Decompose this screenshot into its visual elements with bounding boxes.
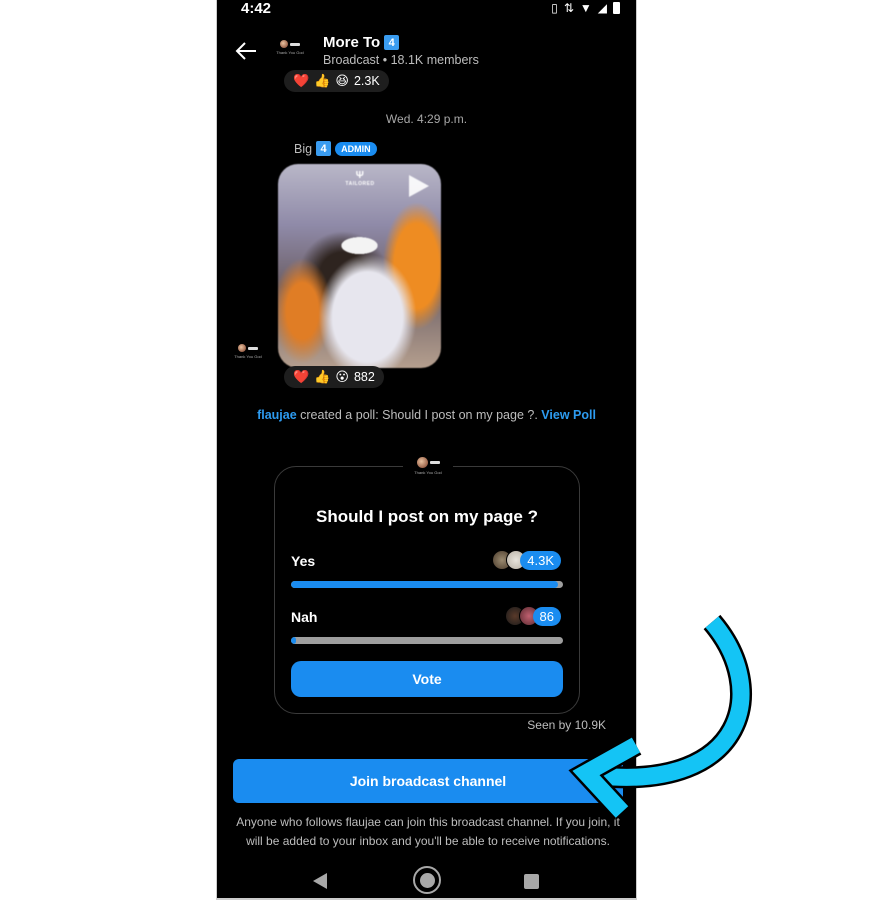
video-logo: Ψ TAILORED bbox=[340, 170, 380, 187]
poll-voters-yes[interactable]: 4.3K bbox=[492, 550, 561, 570]
poll-option-yes[interactable]: Yes bbox=[291, 553, 315, 569]
video-message[interactable]: Ψ TAILORED bbox=[278, 164, 441, 368]
vote-count-pill: 4.3K bbox=[520, 550, 561, 570]
seen-by-count: Seen by 10.9K bbox=[527, 718, 606, 732]
battery-icon bbox=[613, 2, 620, 14]
poll-creator-link[interactable]: flaujae bbox=[257, 408, 297, 422]
keycap-four-icon: 4 bbox=[316, 141, 332, 156]
poll-question: Should I post on my page ? bbox=[316, 507, 538, 526]
wifi-icon: ▼ bbox=[579, 1, 592, 15]
poll-bar-fill bbox=[291, 581, 558, 588]
keycap-four-icon: 4 bbox=[384, 35, 400, 50]
vote-count-pill: 86 bbox=[532, 606, 561, 626]
avatar-caption: Thank You God bbox=[276, 50, 304, 55]
video-reactions-bar[interactable]: ❤️ 👍 😮 882 bbox=[284, 366, 384, 388]
arrow-left-icon bbox=[235, 42, 256, 60]
data-arrows-icon: ⇅ bbox=[563, 1, 574, 15]
avatar-caption: Thank You God bbox=[414, 470, 442, 475]
avatar-caption: Thank You God bbox=[234, 354, 262, 359]
message-timestamp: Wed. 4:29 p.m. bbox=[385, 112, 468, 126]
reactions-bar[interactable]: ❤️ 👍 😆 2.3K bbox=[284, 70, 389, 92]
signal-icon: ◢ bbox=[597, 1, 607, 15]
poll-note-text: created a poll: Should I post on my page… bbox=[296, 408, 542, 422]
poll-voters-nah[interactable]: 86 bbox=[504, 606, 561, 626]
poll-bar-nah bbox=[291, 637, 563, 644]
reaction-count: 882 bbox=[353, 370, 375, 384]
video-logo-text: TAILORED bbox=[345, 181, 375, 187]
sender-row: Big 4 ADMIN bbox=[294, 141, 377, 156]
thumbs-up-icon: 👍 bbox=[314, 73, 331, 88]
nav-recents-icon[interactable] bbox=[524, 874, 539, 889]
play-icon[interactable] bbox=[409, 175, 429, 197]
phone-screen: 4:42 ▯ ⇅ ▼ ◢ Thank You God More To 4 Bro… bbox=[216, 0, 637, 900]
vote-button[interactable]: Vote bbox=[291, 661, 563, 697]
surprised-icon: 😮 bbox=[335, 369, 349, 384]
laughing-icon: 😆 bbox=[335, 73, 349, 88]
channel-avatar[interactable]: Thank You God bbox=[275, 40, 305, 62]
nav-home-icon[interactable] bbox=[413, 866, 441, 894]
chat-header: Thank You God More To 4 Broadcast • 18.1… bbox=[217, 28, 636, 74]
poll-avatar: Thank You God bbox=[403, 457, 453, 485]
sender-name: Big bbox=[294, 141, 313, 156]
heart-icon: ❤️ bbox=[293, 369, 310, 384]
channel-title-text: More To bbox=[323, 34, 381, 51]
heart-icon: ❤️ bbox=[293, 73, 310, 88]
admin-badge: ADMIN bbox=[335, 141, 377, 156]
poll-bar-fill bbox=[291, 637, 297, 644]
reaction-count: 2.3K bbox=[353, 74, 380, 88]
status-bar: 4:42 ▯ ⇅ ▼ ◢ bbox=[217, 0, 636, 18]
nav-back-icon[interactable] bbox=[313, 873, 327, 889]
poll-option-nah[interactable]: Nah bbox=[291, 609, 317, 625]
channel-subtitle: Broadcast • 18.1K members bbox=[323, 53, 479, 67]
sender-avatar[interactable]: Thank You God bbox=[233, 344, 263, 366]
back-button[interactable] bbox=[231, 36, 261, 66]
channel-title[interactable]: More To 4 bbox=[323, 34, 400, 51]
status-icons: ▯ ⇅ ▼ ◢ bbox=[551, 1, 620, 15]
thumbs-up-icon: 👍 bbox=[314, 369, 331, 384]
poll-bar-yes bbox=[291, 581, 563, 588]
status-time: 4:42 bbox=[241, 0, 272, 17]
android-nav-bar bbox=[217, 860, 636, 898]
view-poll-link[interactable]: View Poll bbox=[541, 408, 596, 422]
join-note: Anyone who follows flaujae can join this… bbox=[236, 815, 620, 848]
poll-card: Thank You God Should I post on my page ?… bbox=[274, 457, 580, 714]
join-broadcast-button[interactable]: Join broadcast channel bbox=[233, 759, 623, 803]
poll-created-note: flaujae created a poll: Should I post on… bbox=[217, 408, 636, 422]
vibrate-icon: ▯ bbox=[551, 1, 558, 15]
